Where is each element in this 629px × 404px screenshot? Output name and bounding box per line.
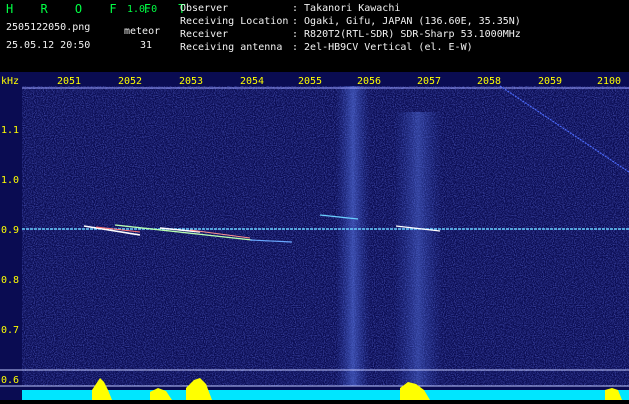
app-logo: H R O F F T [6, 2, 196, 16]
time-tick-label: 2056 [357, 76, 381, 87]
y-tick-label: 1.1 [1, 125, 19, 136]
time-tick-label: 2055 [298, 76, 322, 87]
time-tick-label: 2059 [538, 76, 562, 87]
y-tick-label: 0.7 [1, 325, 19, 336]
info-observer: Observer : Takanori Kawachi [180, 3, 400, 14]
info-key: Receiving antenna [180, 42, 283, 53]
interference-band [394, 112, 442, 386]
meteor-count: 31 [140, 40, 153, 51]
info-key: Observer [180, 3, 229, 14]
time-tick-label: 2053 [179, 76, 203, 87]
app-version: 1.0.0 [127, 4, 158, 15]
info-value: : 2el-HB9CV Vertical (el. E-W) [292, 42, 473, 53]
meteor-label: meteor [124, 26, 161, 37]
info-key: Receiving Location [180, 16, 289, 27]
time-tick-label: 2100 [597, 76, 621, 87]
y-tick-label: 0.9 [1, 225, 19, 236]
time-tick-label: 2054 [240, 76, 264, 87]
info-value: : Takanori Kawachi [292, 3, 401, 14]
time-tick-label: 2058 [477, 76, 501, 87]
y-tick-label: 1.0 [1, 175, 19, 186]
header-panel: H R O F F T 1.0.0 2505122050.png meteor … [0, 0, 629, 72]
time-tick-label: 2057 [417, 76, 441, 87]
spectrogram-canvas: kHz 1.1 1.0 0.9 0.8 0.7 0.6 2051 2052 20… [0, 72, 629, 400]
y-axis-unit: kHz [1, 76, 19, 87]
spectrogram: kHz 1.1 1.0 0.9 0.8 0.7 0.6 2051 2052 20… [0, 72, 629, 400]
time-tick-label: 2051 [57, 76, 81, 87]
noise-texture [22, 86, 629, 386]
info-key: Receiver [180, 29, 229, 40]
y-tick-label: 0.8 [1, 275, 19, 286]
interference-band [336, 86, 370, 386]
info-location: Receiving Location: Ogaki, Gifu, JAPAN (… [180, 16, 521, 27]
signal-level-base [22, 390, 629, 400]
time-tick-label: 2052 [118, 76, 142, 87]
info-receiver: Receiver : R820T2(RTL-SDR) SDR-Sharp 53.1… [180, 29, 521, 40]
info-antenna: Receiving antenna : 2el-HB9CV Vertical (e… [180, 42, 473, 53]
capture-datetime: 25.05.12 20:50 [6, 40, 91, 51]
info-value: : Ogaki, Gifu, JAPAN (136.60E, 35.35N) [292, 16, 521, 27]
y-tick-label: 0.6 [1, 375, 19, 386]
capture-filename: 2505122050.png [6, 22, 91, 33]
info-value: : R820T2(RTL-SDR) SDR-Sharp 53.1000MHz [292, 29, 521, 40]
